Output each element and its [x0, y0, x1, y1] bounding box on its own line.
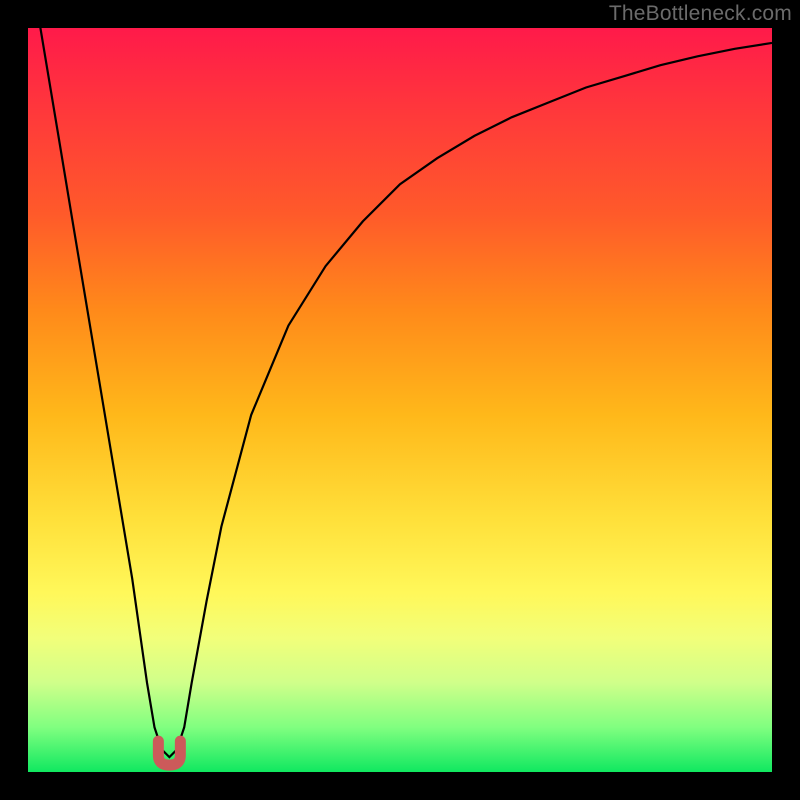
chart-frame: TheBottleneck.com — [0, 0, 800, 800]
watermark-text: TheBottleneck.com — [609, 2, 792, 26]
plot-area — [28, 28, 772, 772]
bottleneck-curve — [28, 28, 772, 772]
